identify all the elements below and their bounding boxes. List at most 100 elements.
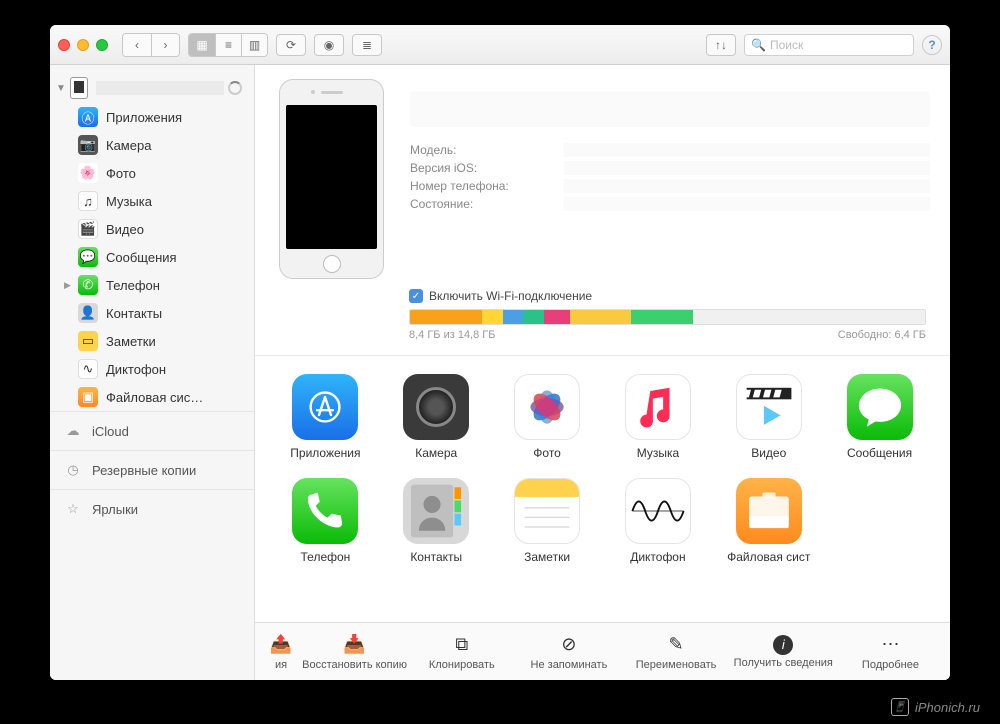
box-in-icon: 📥 [343,633,367,657]
device-info: Модель: Версия iOS: Номер телефона: Сост… [410,79,930,279]
sidebar-item-label: Видео [106,222,144,237]
sidebar-item-label: Файловая сис… [106,390,203,405]
music-icon [625,374,691,440]
phone-label: Номер телефона: [410,179,550,193]
storage-segment [482,310,503,324]
video-icon [736,374,802,440]
messages-icon [847,374,913,440]
iphone-icon [70,77,88,99]
bottom-toolbar: 📤ия 📥Восстановить копию ⧉ Клонировать ⊘ Не… [255,622,950,680]
device-name-redacted [410,91,930,127]
app-label: Камера [415,446,457,460]
app-label: Диктофон [630,550,685,564]
device-header[interactable]: ▼ [50,73,254,103]
sidebar-section-label: Ярлыки [92,502,138,517]
back-button[interactable]: ‹ [123,34,151,56]
minimize-window-button[interactable] [77,39,89,51]
forward-button[interactable]: › [151,34,179,56]
sidebar-item-apps[interactable]: ⒶПриложения [50,103,254,131]
nav-segmented: ‹ › [122,33,180,57]
disclosure-triangle-icon[interactable]: ▼ [56,83,66,94]
voicememo-icon: ∿ [78,359,98,379]
app-tile-apps[interactable]: Приложения [275,374,376,460]
sidebar-section-backups[interactable]: ◷ Резервные копии [50,450,254,489]
tool-rename[interactable]: ✎Переименовать [623,633,730,671]
sidebar-item-voicememo[interactable]: ∿Диктофон [50,355,254,383]
app-tile-contacts[interactable]: Контакты [386,478,487,564]
app-tile-voicememo[interactable]: Диктофон [608,478,709,564]
state-value [564,197,930,211]
clone-icon: ⧉ [450,633,474,657]
sidebar-item-label: Приложения [106,110,182,125]
search-icon: 🔍 [751,38,766,52]
sidebar-item-label: Контакты [106,306,162,321]
sidebar-section-shortcuts[interactable]: ☆ Ярлыки [50,489,254,528]
tool-label: Не запоминать [531,659,608,671]
tool-forget[interactable]: ⊘ Не запоминать [515,633,622,671]
sidebar-item-music[interactable]: ♫Музыка [50,187,254,215]
sidebar-item-label: Телефон [106,278,160,293]
view-icons-button[interactable]: ▦ [189,34,215,56]
files-icon [736,478,802,544]
wifi-checkbox-row[interactable]: ✓ Включить Wi-Fi-подключение [409,287,926,309]
forget-icon: ⊘ [557,633,581,657]
app-tile-video[interactable]: Видео [718,374,819,460]
app-label: Заметки [524,550,570,564]
sidebar-section-icloud[interactable]: ☁iCloud [50,411,254,450]
preview-button[interactable]: ◉ [314,34,344,56]
app-window: ‹ › ▦ ≡ ▥ ⟳ ◉ ≣ ↑↓ 🔍 Поиск ? ▼ ⒶПриложен… [50,25,950,680]
device-name [96,81,224,95]
sidebar-item-photos[interactable]: 🌸Фото [50,159,254,187]
storage-bar [409,309,926,325]
sidebar-item-messages[interactable]: 💬Сообщения [50,243,254,271]
app-tile-filesystem[interactable]: Файловая сист [718,478,819,564]
clock-icon: ◷ [64,461,82,479]
cloud-icon: ☁ [64,422,82,440]
app-grid: Приложения Камера Фото Музыка Видео Сооб… [255,356,950,582]
app-tile-phone[interactable]: Телефон [275,478,376,564]
sidebar-item-phone[interactable]: ▶✆Телефон [50,271,254,299]
loading-spinner-icon [228,81,242,95]
app-tile-photos[interactable]: Фото [497,374,598,460]
tool-clone[interactable]: ⧉ Клонировать [408,633,515,671]
tool-restore[interactable]: 📥Восстановить копию [301,633,408,671]
close-window-button[interactable] [58,39,70,51]
photos-icon [514,374,580,440]
sort-button[interactable]: ≣ [352,34,382,56]
tool-getinfo[interactable]: iПолучить сведения [730,635,837,669]
storage-free-label: Свободно: 6,4 ГБ [838,329,926,341]
tool-backup[interactable]: 📤ия [261,633,301,671]
checkbox-icon[interactable]: ✓ [409,289,423,303]
tool-more[interactable]: ⋯Подробнее [837,633,944,671]
app-label: Сообщения [847,446,912,460]
app-tile-notes[interactable]: Заметки [497,478,598,564]
tool-label: Клонировать [429,659,495,671]
camera-icon [403,374,469,440]
info-icon: i [773,635,793,655]
app-tile-music[interactable]: Музыка [608,374,709,460]
sidebar-section-label: Резервные копии [92,463,196,478]
maximize-window-button[interactable] [96,39,108,51]
app-tile-messages[interactable]: Сообщения [829,374,930,460]
sidebar-item-filesystem[interactable]: ▣Файловая сис… [50,383,254,411]
disclosure-triangle-icon[interactable]: ▶ [64,280,74,291]
sidebar-item-contacts[interactable]: 👤Контакты [50,299,254,327]
device-hero: Модель: Версия iOS: Номер телефона: Сост… [255,65,950,287]
box-open-icon: 📤 [269,633,293,657]
refresh-button[interactable]: ⟳ [276,34,306,56]
phone-icon [292,478,358,544]
search-input[interactable]: 🔍 Поиск [744,34,914,56]
star-icon: ☆ [64,500,82,518]
sidebar-item-notes[interactable]: ▭Заметки [50,327,254,355]
app-tile-camera[interactable]: Камера [386,374,487,460]
camera-icon: 📷 [78,135,98,155]
storage-segment [503,310,524,324]
help-button[interactable]: ? [922,35,942,55]
transfer-button[interactable]: ↑↓ [706,34,736,56]
view-list-button[interactable]: ≡ [215,34,241,56]
app-label: Контакты [410,550,462,564]
sidebar-item-camera[interactable]: 📷Камера [50,131,254,159]
sidebar-item-video[interactable]: 🎬Видео [50,215,254,243]
view-columns-button[interactable]: ▥ [241,34,267,56]
watermark: 📱 iPhonich.ru [891,698,980,716]
